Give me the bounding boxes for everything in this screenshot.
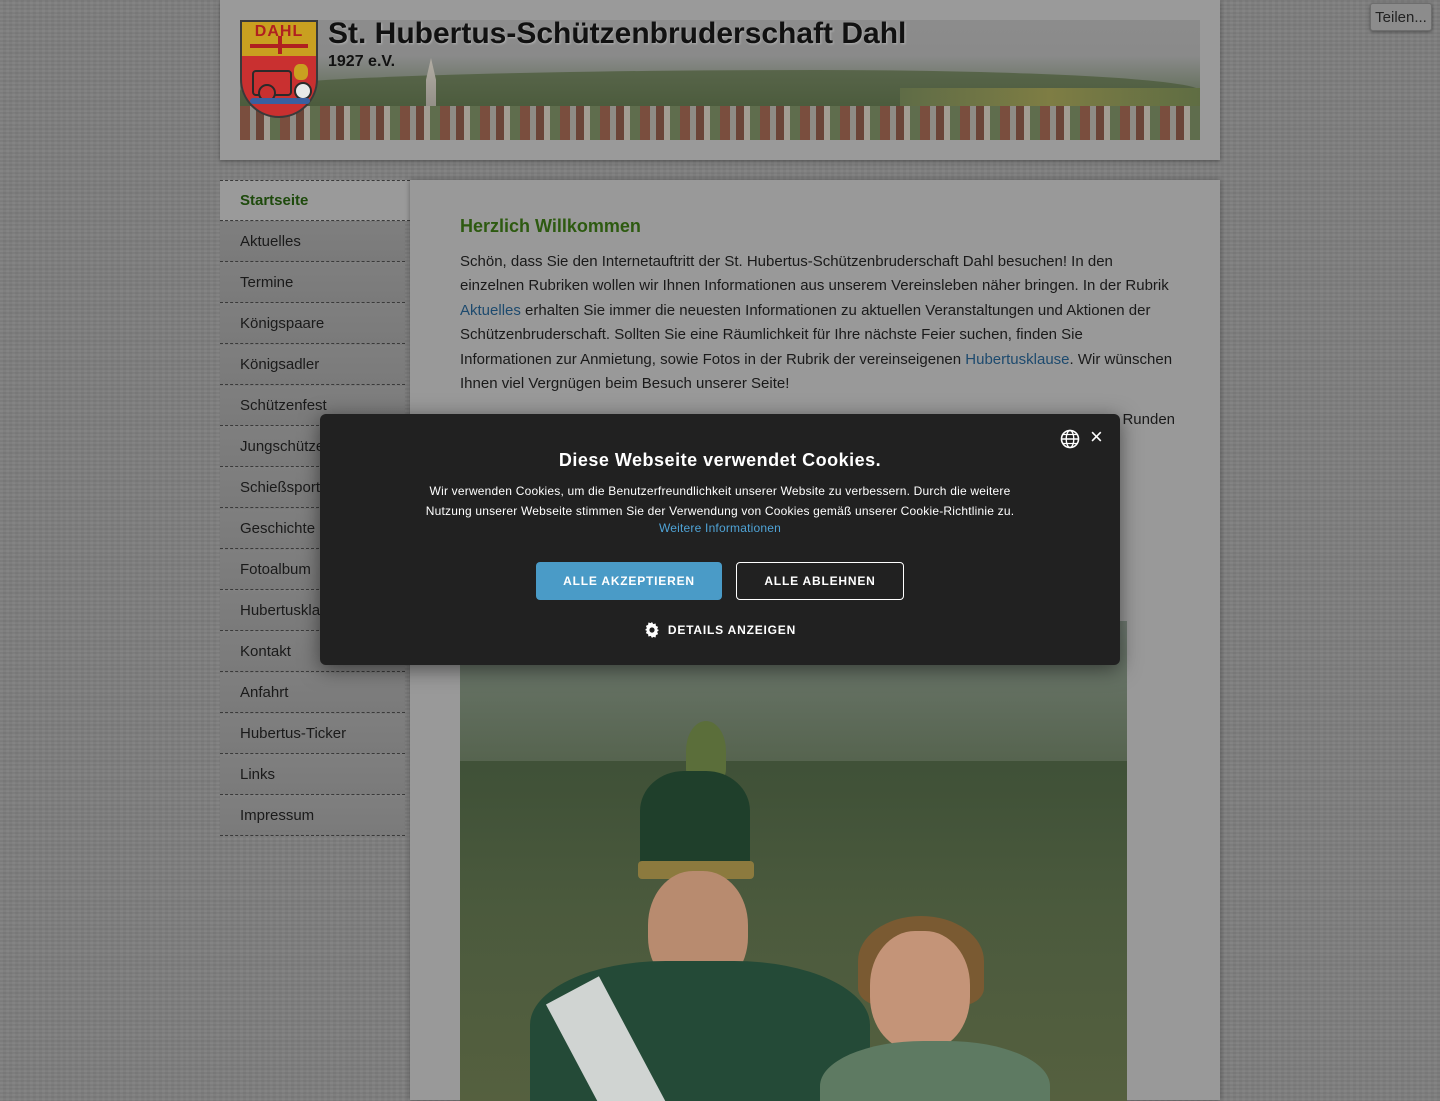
welcome-heading: Herzlich Willkommen [460, 216, 641, 236]
crest-cross-horizontal [250, 44, 308, 48]
reject-all-button[interactable]: ALLE ABLEHNEN [736, 562, 904, 600]
nav-item-koenigsadler[interactable]: Königsadler [220, 345, 405, 385]
photo-queen-face [870, 931, 970, 1051]
show-details-button[interactable]: DETAILS ANZEIGEN [320, 622, 1120, 638]
nav-item-termine[interactable]: Termine [220, 263, 405, 303]
cookie-description: Wir verwenden Cookies, um die Benutzerfr… [425, 484, 1015, 518]
second-paragraph-end: Runden [1122, 411, 1175, 428]
nav-item-links[interactable]: Links [220, 755, 405, 795]
gear-icon [645, 622, 659, 638]
site-title[interactable]: St. Hubertus-Schützenbruderschaft Dahl [328, 20, 906, 51]
share-button[interactable]: Teilen... [1370, 3, 1432, 31]
link-aktuelles[interactable]: Aktuelles [460, 302, 521, 319]
details-label: DETAILS ANZEIGEN [667, 623, 797, 637]
intro-text-1: Schön, dass Sie den Internetauftritt der… [460, 253, 1169, 295]
nav-item-koenigspaare[interactable]: Königspaare [220, 304, 405, 344]
royal-couple-photo [460, 621, 1127, 1101]
cookie-consent-dialog: × Diese Webseite verwendet Cookies. Wir … [320, 414, 1120, 665]
cookie-title: Diese Webseite verwendet Cookies. [558, 450, 882, 470]
accept-all-button[interactable]: ALLE AKZEPTIEREN [536, 562, 722, 600]
more-info-link[interactable]: Weitere Informationen [320, 521, 1120, 535]
nav-item-impressum[interactable]: Impressum [220, 796, 405, 836]
crest-wheat [294, 64, 308, 80]
nav-item-anfahrt[interactable]: Anfahrt [220, 673, 405, 713]
globe-icon[interactable] [1060, 429, 1080, 449]
header-banner: DAHL St. Hubertus-Schützenbruderschaft D… [240, 20, 1200, 140]
nav-item-startseite[interactable]: Startseite [220, 180, 410, 221]
site-subtitle: 1927 e.V. [328, 53, 396, 70]
crest-water [250, 98, 310, 104]
crest-logo[interactable]: DAHL [240, 20, 318, 118]
nav-item-aktuelles[interactable]: Aktuelles [220, 222, 405, 262]
close-icon[interactable]: × [1090, 426, 1103, 448]
banner-town [240, 106, 1200, 140]
site-header: DAHL St. Hubertus-Schützenbruderschaft D… [220, 0, 1220, 160]
link-hubertusklause[interactable]: Hubertusklause [965, 351, 1069, 368]
nav-item-hubertus-ticker[interactable]: Hubertus-Ticker [220, 714, 405, 754]
photo-hat [640, 771, 750, 871]
intro-paragraph: Schön, dass Sie den Internetauftritt der… [460, 250, 1175, 396]
